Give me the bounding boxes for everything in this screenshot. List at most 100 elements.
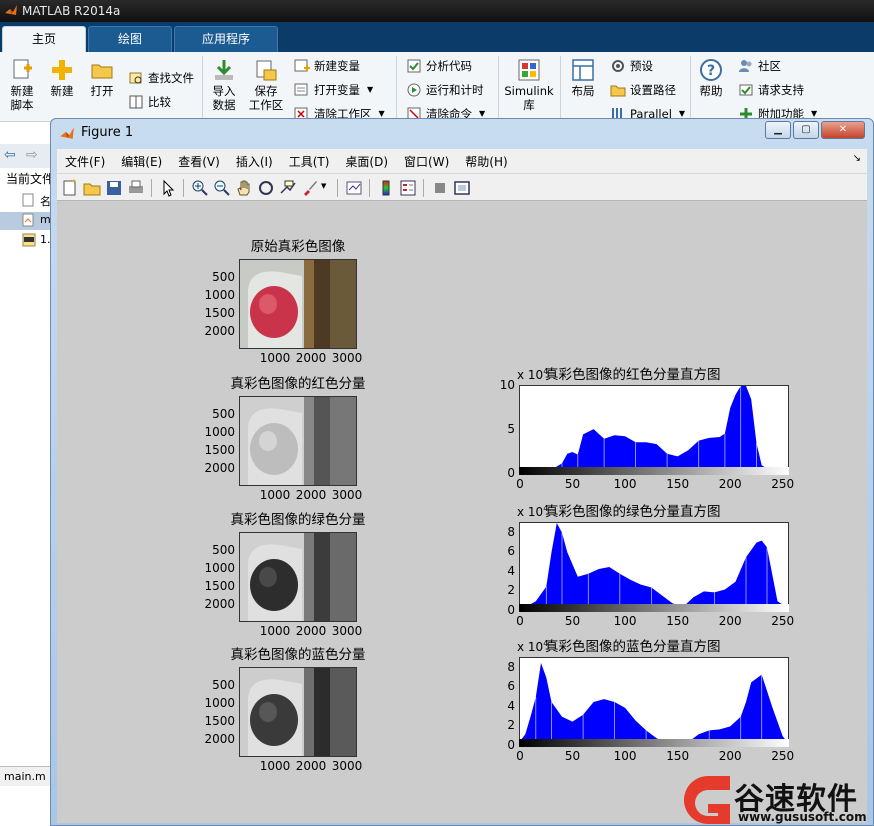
list-item[interactable]: 1. bbox=[0, 232, 52, 250]
photo-door-dark bbox=[314, 533, 330, 621]
forward-arrow-icon[interactable]: ⇨ bbox=[26, 147, 38, 163]
histogram-axes[interactable] bbox=[519, 385, 789, 475]
simulink-icon bbox=[518, 59, 540, 81]
import-data-button[interactable]: 导入 数据 bbox=[208, 58, 240, 112]
compare-button[interactable]: 比较 bbox=[128, 94, 171, 110]
y-tick-label: 1000 bbox=[204, 288, 235, 302]
file-icon bbox=[22, 193, 34, 207]
print-icon[interactable] bbox=[127, 179, 145, 197]
image-axes[interactable] bbox=[239, 396, 357, 486]
tab-plots[interactable]: 绘图 bbox=[88, 26, 172, 52]
preferences-button[interactable]: 预设 bbox=[610, 58, 653, 74]
compare-label: 比较 bbox=[148, 95, 171, 109]
open-variable-button[interactable]: 打开变量 ▼ bbox=[294, 82, 373, 98]
folder-open-icon bbox=[91, 64, 113, 79]
x-tick-label: 1000 bbox=[259, 624, 291, 638]
hide-plot-tools-icon[interactable] bbox=[431, 179, 449, 197]
pointer-icon[interactable] bbox=[159, 179, 177, 197]
figure-toolbar: ▼ bbox=[57, 173, 867, 201]
menu-window[interactable]: 窗口(W) bbox=[396, 153, 457, 170]
histogram-axes[interactable] bbox=[519, 657, 789, 747]
image-axes[interactable] bbox=[239, 259, 357, 349]
analyze-code-button[interactable]: 分析代码 bbox=[406, 58, 472, 74]
preferences-label: 预设 bbox=[630, 59, 653, 73]
y-tick-label: 500 bbox=[212, 543, 235, 557]
current-folder-label: 当前文件 bbox=[6, 172, 55, 186]
exponent-base: x 10 bbox=[517, 368, 544, 382]
data-cursor-icon[interactable] bbox=[279, 179, 297, 197]
community-label: 社区 bbox=[758, 59, 781, 73]
y-tick-label: 2 bbox=[507, 718, 515, 733]
new-figure-icon[interactable] bbox=[61, 179, 79, 197]
tab-apps[interactable]: 应用程序 bbox=[174, 26, 278, 52]
menu-help[interactable]: 帮助(H) bbox=[457, 153, 515, 170]
image-axes[interactable] bbox=[239, 667, 357, 757]
menu-dock-arrow-icon[interactable]: ↘ bbox=[853, 153, 861, 164]
maximize-button[interactable]: ▢ bbox=[793, 121, 819, 139]
open-variable-icon bbox=[294, 83, 308, 96]
zoom-in-icon[interactable] bbox=[191, 179, 209, 197]
legend-icon[interactable] bbox=[399, 179, 417, 197]
open-button[interactable]: 打开 bbox=[86, 58, 118, 98]
menu-desktop[interactable]: 桌面(D) bbox=[337, 153, 396, 170]
chevron-down-icon[interactable]: ▼ bbox=[367, 83, 373, 97]
close-button[interactable]: ✕ bbox=[821, 121, 865, 139]
simulink-library-button[interactable]: Simulink 库 bbox=[504, 58, 554, 112]
new-variable-button[interactable]: 新建变量 bbox=[294, 58, 360, 74]
photo-fruit bbox=[250, 423, 298, 475]
menu-view[interactable]: 查看(V) bbox=[170, 153, 228, 170]
x-tick-label: 150 bbox=[666, 477, 690, 491]
rotate-3d-icon[interactable] bbox=[257, 179, 275, 197]
open-file-icon[interactable] bbox=[83, 179, 101, 197]
x-tick-label: 0 bbox=[516, 477, 524, 491]
zoom-out-icon[interactable] bbox=[213, 179, 231, 197]
menu-edit[interactable]: 编辑(E) bbox=[113, 153, 170, 170]
colorbar-icon[interactable] bbox=[377, 179, 395, 197]
find-files-button[interactable]: 查找文件 bbox=[128, 70, 194, 86]
menu-tools[interactable]: 工具(T) bbox=[281, 153, 338, 170]
community-button[interactable]: 社区 bbox=[738, 58, 781, 74]
list-item[interactable]: 名 bbox=[0, 192, 52, 210]
show-plot-tools-icon[interactable] bbox=[453, 179, 471, 197]
photo-door-frame bbox=[304, 260, 314, 348]
set-path-button[interactable]: 设置路径 bbox=[610, 82, 676, 98]
minimize-button[interactable]: ▁ bbox=[765, 121, 791, 139]
histogram-plot bbox=[520, 523, 788, 611]
y-tick-label: 1000 bbox=[204, 696, 235, 710]
run-and-time-button[interactable]: 运行和计时 bbox=[406, 82, 484, 98]
photo-door-edge bbox=[330, 533, 356, 621]
toolbar-separator bbox=[423, 179, 424, 197]
find-files-icon bbox=[129, 72, 142, 84]
save-workspace-button[interactable]: 保存 工作区 bbox=[246, 58, 286, 112]
figure-canvas[interactable]: 原始真彩色图像 500 1000 1500 2000 1000 2000 3000 真彩色图像的… bbox=[57, 201, 867, 823]
x-tick-label: 1000 bbox=[259, 351, 291, 365]
photo-door-frame bbox=[304, 397, 314, 485]
help-label: 帮助 bbox=[699, 84, 723, 98]
photo-door-frame bbox=[304, 668, 314, 756]
back-arrow-icon[interactable]: ⇦ bbox=[4, 147, 16, 163]
image-axes[interactable] bbox=[239, 532, 357, 622]
menu-insert[interactable]: 插入(I) bbox=[228, 153, 281, 170]
pan-hand-icon[interactable] bbox=[235, 179, 253, 197]
gray-gradient-bar bbox=[519, 739, 789, 747]
link-plot-icon[interactable] bbox=[345, 179, 363, 197]
fruit-photo bbox=[240, 260, 356, 348]
ribbon-separator bbox=[396, 56, 397, 118]
photo-door-edge bbox=[330, 260, 356, 348]
x-tick-label: 3000 bbox=[331, 624, 363, 638]
tab-home[interactable]: 主页 bbox=[2, 26, 86, 52]
list-item[interactable]: m bbox=[0, 212, 52, 230]
brush-icon[interactable] bbox=[301, 179, 319, 197]
x-tick-label: 250 bbox=[771, 614, 795, 628]
new-button[interactable]: 新建 bbox=[46, 58, 78, 98]
save-icon[interactable] bbox=[105, 179, 123, 197]
help-button[interactable]: ? 帮助 bbox=[696, 58, 726, 98]
menu-file[interactable]: 文件(F) bbox=[57, 153, 113, 170]
request-support-button[interactable]: 请求支持 bbox=[738, 82, 804, 98]
histogram-axes[interactable] bbox=[519, 522, 789, 612]
layout-button[interactable]: 布局 bbox=[566, 58, 600, 98]
new-script-button[interactable]: 新建 脚本 bbox=[6, 58, 38, 112]
save-workspace-label: 保存 工作区 bbox=[248, 84, 284, 112]
x-tick-label: 2000 bbox=[295, 351, 327, 365]
chevron-down-icon[interactable]: ▼ bbox=[321, 182, 326, 190]
